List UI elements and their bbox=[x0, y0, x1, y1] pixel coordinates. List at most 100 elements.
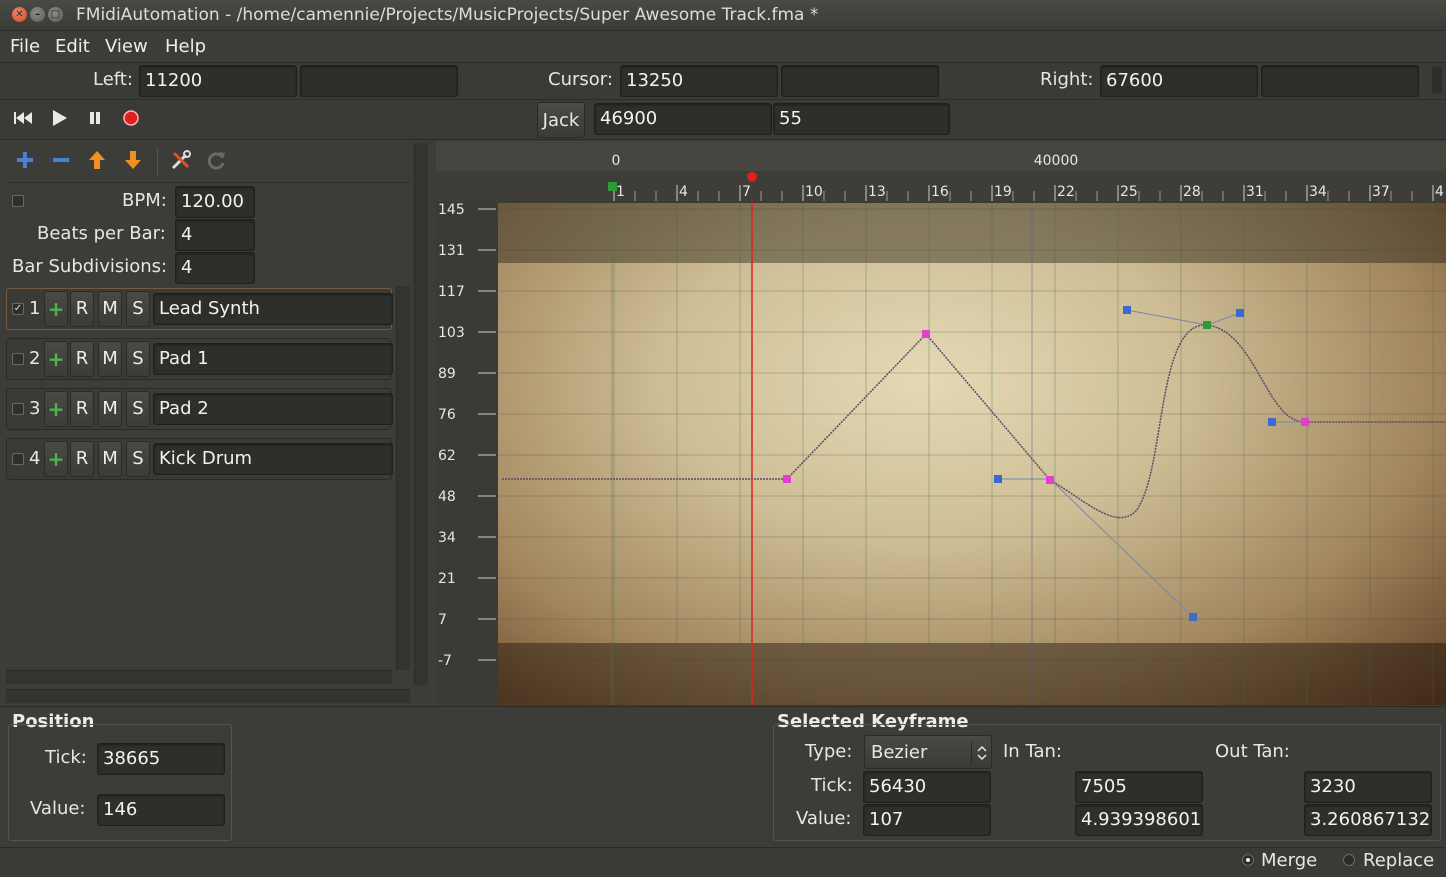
solo-button[interactable]: S bbox=[126, 441, 150, 477]
mute-button[interactable]: M bbox=[98, 441, 122, 477]
bpm-field[interactable]: 120.00 bbox=[175, 186, 255, 218]
in-tan-value-field[interactable]: 4.939398601 bbox=[1075, 804, 1203, 836]
bar-label: 4 bbox=[1435, 184, 1444, 200]
add-icon[interactable] bbox=[12, 149, 38, 175]
bar-label: 34 bbox=[1309, 184, 1327, 200]
pause-icon[interactable] bbox=[82, 106, 108, 132]
add-curve-icon[interactable]: + bbox=[44, 391, 68, 427]
add-curve-icon[interactable]: + bbox=[44, 341, 68, 377]
record-arm-button[interactable]: R bbox=[70, 291, 94, 327]
keyframe-type-select[interactable]: Bezier bbox=[864, 735, 992, 769]
out-tan-tick-field[interactable]: 3230 bbox=[1304, 771, 1432, 803]
track-name-field[interactable]: Pad 1 bbox=[153, 343, 393, 375]
track-name-field[interactable]: Pad 2 bbox=[153, 393, 393, 425]
value-label: 145 bbox=[438, 202, 465, 218]
bar-subdivisions-field[interactable]: 4 bbox=[175, 252, 255, 284]
tangent-handle bbox=[994, 475, 1002, 483]
track-name-field[interactable]: Kick Drum bbox=[153, 443, 393, 475]
replace-radio[interactable] bbox=[1343, 854, 1355, 866]
redo-icon bbox=[204, 149, 230, 175]
keyframe bbox=[783, 475, 791, 483]
panel-vscrollbar[interactable] bbox=[414, 143, 428, 685]
left-label: Left: bbox=[93, 69, 133, 90]
bar-label: 10 bbox=[805, 184, 823, 200]
bar-label: 28 bbox=[1183, 184, 1201, 200]
left-field[interactable]: 11200 bbox=[139, 65, 297, 97]
position-tick-field[interactable]: 38665 bbox=[97, 743, 225, 775]
move-up-icon[interactable] bbox=[84, 149, 110, 175]
keyframe-tick-label: Tick: bbox=[811, 775, 853, 796]
track-list-hscrollbar[interactable] bbox=[6, 670, 392, 684]
track-checkbox[interactable] bbox=[12, 403, 24, 415]
panel-hscrollbar[interactable] bbox=[6, 689, 410, 703]
right-extra-field[interactable] bbox=[1261, 65, 1419, 97]
move-down-icon[interactable] bbox=[120, 149, 146, 175]
solo-button[interactable]: S bbox=[126, 391, 150, 427]
graph-svg: 0 40000 1 4 7 10 13 16 19 22 25 28 31 34 37 4 145 131 117… bbox=[436, 141, 1446, 705]
rewind-icon[interactable] bbox=[10, 106, 36, 132]
add-curve-icon[interactable]: + bbox=[44, 441, 68, 477]
tangent-handle bbox=[1189, 613, 1197, 621]
left-marker bbox=[608, 182, 617, 191]
menu-help[interactable]: Help bbox=[165, 36, 206, 57]
track-list-vscrollbar[interactable] bbox=[396, 286, 410, 670]
mute-button[interactable]: M bbox=[98, 391, 122, 427]
solo-button[interactable]: S bbox=[126, 341, 150, 377]
record-arm-button[interactable]: R bbox=[70, 441, 94, 477]
beats-per-bar-field[interactable]: 4 bbox=[175, 219, 255, 251]
jack-button[interactable]: Jack bbox=[537, 102, 585, 138]
window-title: FMidiAutomation - /home/camennie/Project… bbox=[76, 5, 819, 25]
mute-button[interactable]: M bbox=[98, 291, 122, 327]
track-name-field[interactable]: Lead Synth bbox=[153, 293, 393, 325]
jack-frame-field[interactable]: 46900 bbox=[594, 103, 772, 135]
close-icon[interactable]: ✕ bbox=[12, 7, 27, 22]
track-checkbox[interactable] bbox=[12, 353, 24, 365]
menu-view[interactable]: View bbox=[105, 36, 148, 57]
cursor-extra-field[interactable] bbox=[781, 65, 939, 97]
record-arm-button[interactable]: R bbox=[70, 391, 94, 427]
tick-ruler-background bbox=[436, 141, 1446, 171]
automation-graph[interactable]: 0 40000 1 4 7 10 13 16 19 22 25 28 31 34 37 4 145 131 117… bbox=[436, 141, 1446, 705]
merge-radio[interactable] bbox=[1242, 854, 1254, 866]
value-label: 103 bbox=[438, 325, 465, 341]
right-label: Right: bbox=[1040, 69, 1094, 90]
maximize-icon[interactable]: □ bbox=[48, 7, 63, 22]
value-label: 7 bbox=[438, 612, 447, 628]
mute-button[interactable]: M bbox=[98, 341, 122, 377]
menu-file[interactable]: File bbox=[10, 36, 40, 57]
position-bar-scroll[interactable] bbox=[1432, 66, 1442, 94]
in-tan-tick-field[interactable]: 7505 bbox=[1075, 771, 1203, 803]
solo-button[interactable]: S bbox=[126, 291, 150, 327]
keyframe bbox=[922, 330, 930, 338]
bar-label: 7 bbox=[742, 184, 751, 200]
cursor-field[interactable]: 13250 bbox=[620, 65, 778, 97]
position-value-field[interactable]: 146 bbox=[97, 794, 225, 826]
remove-icon[interactable] bbox=[48, 149, 74, 175]
play-icon[interactable] bbox=[46, 106, 72, 132]
menu-edit[interactable]: Edit bbox=[55, 36, 90, 57]
left-extra-field[interactable] bbox=[300, 65, 458, 97]
track-checkbox[interactable] bbox=[12, 453, 24, 465]
keyframe-tick-field[interactable]: 56430 bbox=[863, 771, 991, 803]
tools-icon[interactable] bbox=[168, 149, 194, 175]
minimize-icon[interactable]: – bbox=[30, 7, 45, 22]
jack-tempo-field[interactable]: 55 bbox=[773, 103, 950, 135]
track-row[interactable]: 4 + R M S Kick Drum bbox=[6, 438, 393, 480]
keyframe bbox=[1046, 476, 1054, 484]
track-checkbox[interactable]: ✓ bbox=[12, 303, 24, 315]
out-tan-value-field[interactable]: 3.260867132 bbox=[1304, 804, 1432, 836]
track-row[interactable]: 3 + R M S Pad 2 bbox=[6, 388, 393, 430]
track-row[interactable]: 2 + R M S Pad 1 bbox=[6, 338, 393, 380]
record-icon[interactable] bbox=[118, 106, 144, 132]
keyframe-type-value: Bezier bbox=[871, 742, 928, 763]
add-curve-icon[interactable]: + bbox=[44, 291, 68, 327]
right-field[interactable]: 67600 bbox=[1100, 65, 1258, 97]
tempo-checkbox[interactable] bbox=[12, 195, 24, 207]
tick-ruler-label: 0 bbox=[612, 153, 621, 169]
bar-label: 22 bbox=[1057, 184, 1075, 200]
bar-label: 31 bbox=[1246, 184, 1264, 200]
keyframe-type-label: Type: bbox=[805, 741, 853, 762]
track-row[interactable]: ✓ 1 + R M S Lead Synth bbox=[6, 288, 393, 330]
keyframe-value-field[interactable]: 107 bbox=[863, 804, 991, 836]
record-arm-button[interactable]: R bbox=[70, 341, 94, 377]
